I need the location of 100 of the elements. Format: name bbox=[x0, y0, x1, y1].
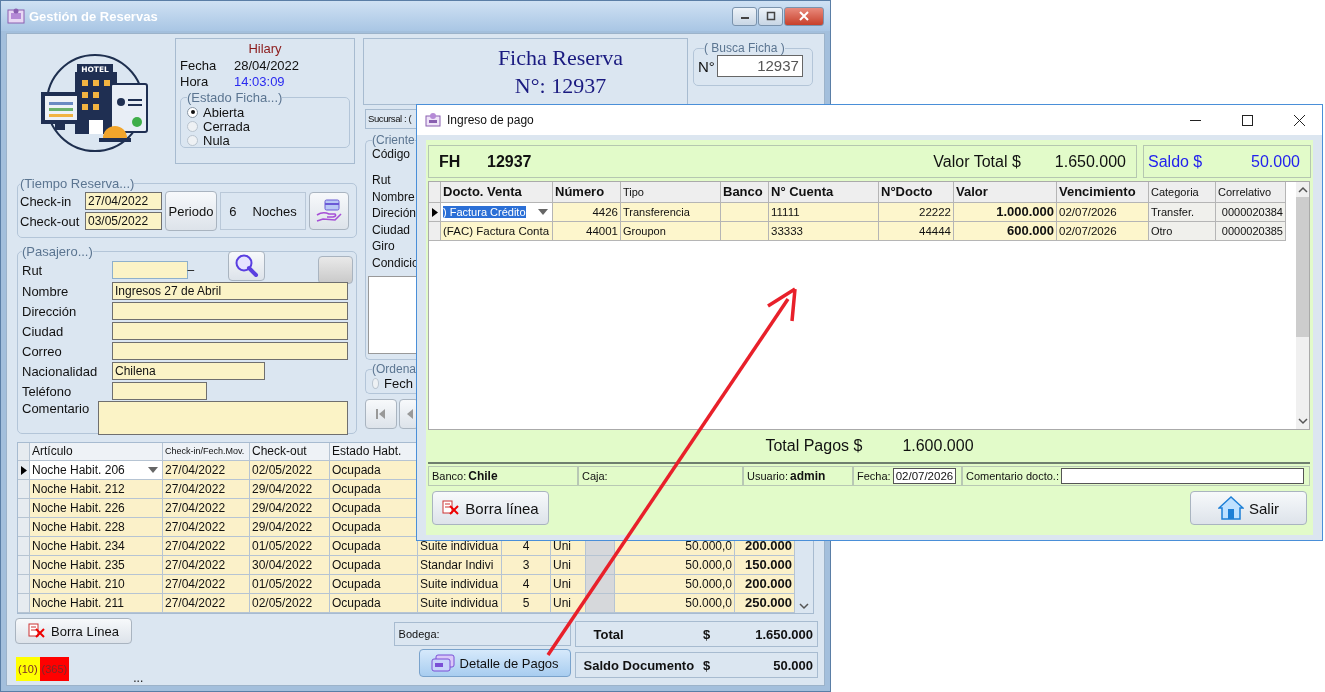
date-field[interactable]: 03/05/2022 bbox=[85, 212, 162, 230]
scroll-down-icon[interactable] bbox=[799, 603, 809, 610]
search-button[interactable] bbox=[228, 251, 266, 281]
total-payments-value: 1.600.000 bbox=[902, 437, 974, 455]
field-label: Banco: bbox=[432, 470, 467, 482]
table-cell: 600.000 bbox=[954, 222, 1057, 241]
radio-option[interactable]: Nula bbox=[187, 133, 343, 147]
table-cell: 29/04/2022 bbox=[250, 518, 330, 537]
row-header[interactable] bbox=[18, 461, 30, 480]
table-cell: 27/04/2022 bbox=[163, 575, 250, 594]
table-cell: Ocupada bbox=[330, 480, 418, 499]
text-area[interactable] bbox=[368, 276, 419, 354]
field-label: Teléfono bbox=[22, 383, 73, 399]
date-field[interactable]: 27/04/2022 bbox=[85, 192, 162, 210]
rut-field[interactable] bbox=[112, 261, 188, 279]
delete-line-button[interactable]: Borra Línea bbox=[15, 618, 132, 644]
table-cell: 02/05/2022 bbox=[250, 594, 330, 613]
scroll-down-icon[interactable] bbox=[1297, 418, 1308, 425]
row-pointer-icon bbox=[20, 465, 27, 475]
column-header: Estado Habt. bbox=[330, 443, 418, 461]
table-cell: Otro bbox=[1149, 222, 1216, 241]
table-cell: 4426 bbox=[553, 203, 621, 222]
app-icon bbox=[7, 7, 25, 25]
table-row[interactable]: Noche Habit. 211 27/04/2022 02/05/2022 Ocupada Suite individua 5 Uni 50.000,0 250.000 bbox=[18, 594, 795, 613]
first-button[interactable] bbox=[365, 399, 397, 429]
field-label: Dirección bbox=[22, 303, 78, 319]
table-cell: 27/04/2022 bbox=[163, 594, 250, 613]
table-cell: Ocupada bbox=[330, 537, 418, 556]
previous-button[interactable] bbox=[399, 399, 419, 429]
table-cell: 27/04/2022 bbox=[163, 537, 250, 556]
delete-document-icon bbox=[442, 500, 461, 516]
ficha-number-field[interactable]: 12937 bbox=[716, 55, 803, 77]
table-cell: Noche Habit. 206 bbox=[30, 461, 163, 480]
maximize-button[interactable] bbox=[758, 6, 783, 26]
table-row[interactable]: (FAC) Factura Conta 44001 Groupon 33333 44444 600.000 02/07/2026 Otro 0000020385 bbox=[429, 222, 1296, 241]
comment-field[interactable] bbox=[1060, 468, 1304, 484]
column-header: Vencimiento bbox=[1057, 182, 1149, 203]
table-cell: 4 bbox=[502, 575, 551, 594]
total-label: Saldo Documento bbox=[583, 657, 696, 673]
input-field[interactable] bbox=[112, 342, 348, 360]
field-label: Código bbox=[372, 147, 412, 163]
card-hand-icon bbox=[315, 199, 343, 223]
table-row[interactable]: Noche Habit. 210 27/04/2022 01/05/2022 Ocupada Suite individua 4 Uni 50.000,0 200.000 bbox=[18, 575, 795, 594]
table-row[interactable]: ) Factura Crédito 4426 Transferencia 11111 22222 1.000.000 02/07/2026 Transfer. 0000020384 bbox=[429, 203, 1296, 222]
radio-option[interactable]: Fech bbox=[372, 376, 413, 390]
table-cell: 22222 bbox=[879, 203, 954, 222]
input-field[interactable] bbox=[112, 302, 348, 320]
minimize-button[interactable] bbox=[732, 6, 757, 26]
table-cell: 27/04/2022 bbox=[163, 461, 250, 480]
input-field[interactable]: Ingresos 27 de Abril bbox=[112, 282, 348, 300]
currency-sign: $ bbox=[703, 657, 712, 673]
scrollbar-thumb[interactable] bbox=[1296, 197, 1309, 337]
table-cell: 250.000 bbox=[735, 594, 795, 613]
radio-option[interactable]: Abierta bbox=[187, 105, 343, 119]
info-label: Hora bbox=[180, 74, 210, 90]
blank-button[interactable] bbox=[318, 256, 353, 284]
column-header: N° Cuenta bbox=[769, 182, 879, 203]
payment-button[interactable] bbox=[309, 192, 349, 230]
currency-sign: $ bbox=[703, 626, 712, 642]
payment-details-button[interactable]: Detalle de Pagos bbox=[418, 649, 571, 677]
nights-label: Noches bbox=[252, 203, 297, 219]
dropdown-icon[interactable] bbox=[538, 209, 548, 215]
previous-icon bbox=[406, 408, 414, 420]
info-value: 14:03:09 bbox=[234, 74, 285, 90]
table-cell: Noche Habit. 234 bbox=[30, 537, 163, 556]
delete-line-button[interactable]: Borra línea bbox=[432, 491, 549, 525]
input-field[interactable]: Chilena bbox=[112, 362, 265, 380]
row-header[interactable] bbox=[429, 203, 441, 222]
status-text: ... bbox=[133, 671, 144, 685]
table-cell: Ocupada bbox=[330, 461, 418, 480]
comment-field[interactable] bbox=[98, 401, 348, 435]
scroll-up-icon[interactable] bbox=[1297, 186, 1308, 193]
row-pointer-icon bbox=[431, 207, 438, 217]
input-field[interactable] bbox=[112, 382, 207, 400]
radio-option[interactable]: Cerrada bbox=[187, 119, 343, 133]
table-cell: Standar Indivi bbox=[418, 556, 502, 575]
column-header: Valor bbox=[954, 182, 1057, 203]
table-row[interactable]: Noche Habit. 235 27/04/2022 30/04/2022 Ocupada Standar Indivi 3 Uni 50.000,0 150.000 bbox=[18, 556, 795, 575]
table-cell: Noche Habit. 228 bbox=[30, 518, 163, 537]
column-header: Check-out bbox=[250, 443, 330, 461]
input-field[interactable] bbox=[112, 322, 348, 340]
table-cell: 02/07/2026 bbox=[1057, 222, 1149, 241]
window-title: Ingreso de pago bbox=[447, 113, 534, 127]
field-value: admin bbox=[789, 469, 826, 483]
table-cell: Transfer. bbox=[1149, 203, 1216, 222]
field-label: Comentario bbox=[22, 401, 91, 416]
dropdown-icon[interactable] bbox=[148, 467, 158, 473]
info-value: 28/04/2022 bbox=[234, 58, 300, 74]
table-cell: 29/04/2022 bbox=[250, 499, 330, 518]
date-field[interactable]: 02/07/2026 bbox=[892, 468, 957, 484]
info-label: Fecha bbox=[180, 58, 218, 74]
field-label: Comentario docto.: bbox=[966, 470, 1059, 482]
field-label: Nombre bbox=[22, 283, 70, 299]
close-button[interactable] bbox=[784, 6, 824, 26]
periodo-button[interactable]: Periodo bbox=[165, 191, 217, 231]
table-cell: Noche Habit. 235 bbox=[30, 556, 163, 575]
nights-count: 6 bbox=[229, 203, 237, 219]
exit-button[interactable]: Salir bbox=[1190, 491, 1307, 525]
user-name: Hilary bbox=[247, 41, 283, 58]
table-cell: Uni bbox=[551, 556, 586, 575]
